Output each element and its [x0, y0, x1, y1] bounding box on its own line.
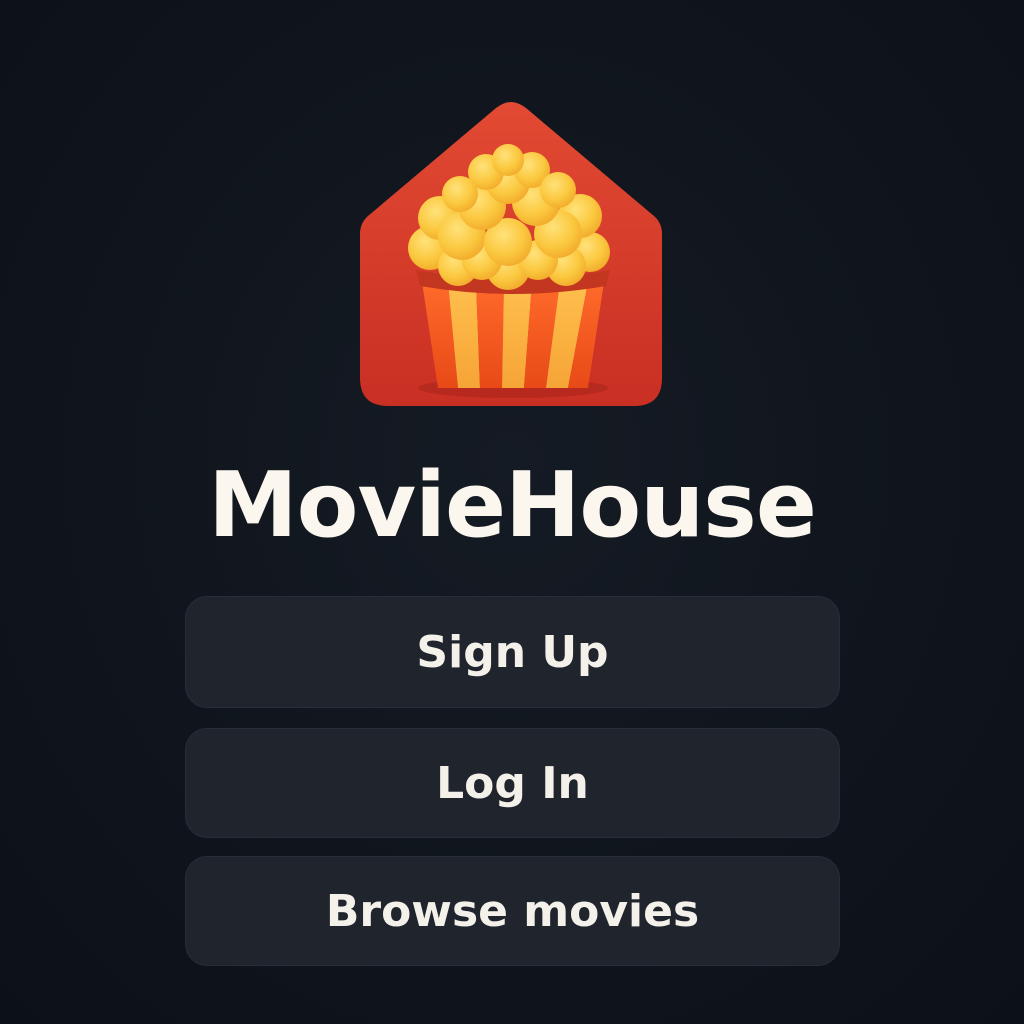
- popcorn-house-icon: [358, 98, 664, 408]
- welcome-screen: MovieHouse Sign Up Log In Browse movies: [0, 0, 1024, 1024]
- sign-up-button[interactable]: Sign Up: [185, 596, 840, 708]
- browse-movies-button[interactable]: Browse movies: [185, 856, 840, 966]
- log-in-button[interactable]: Log In: [185, 728, 840, 838]
- app-title: MovieHouse: [208, 453, 817, 558]
